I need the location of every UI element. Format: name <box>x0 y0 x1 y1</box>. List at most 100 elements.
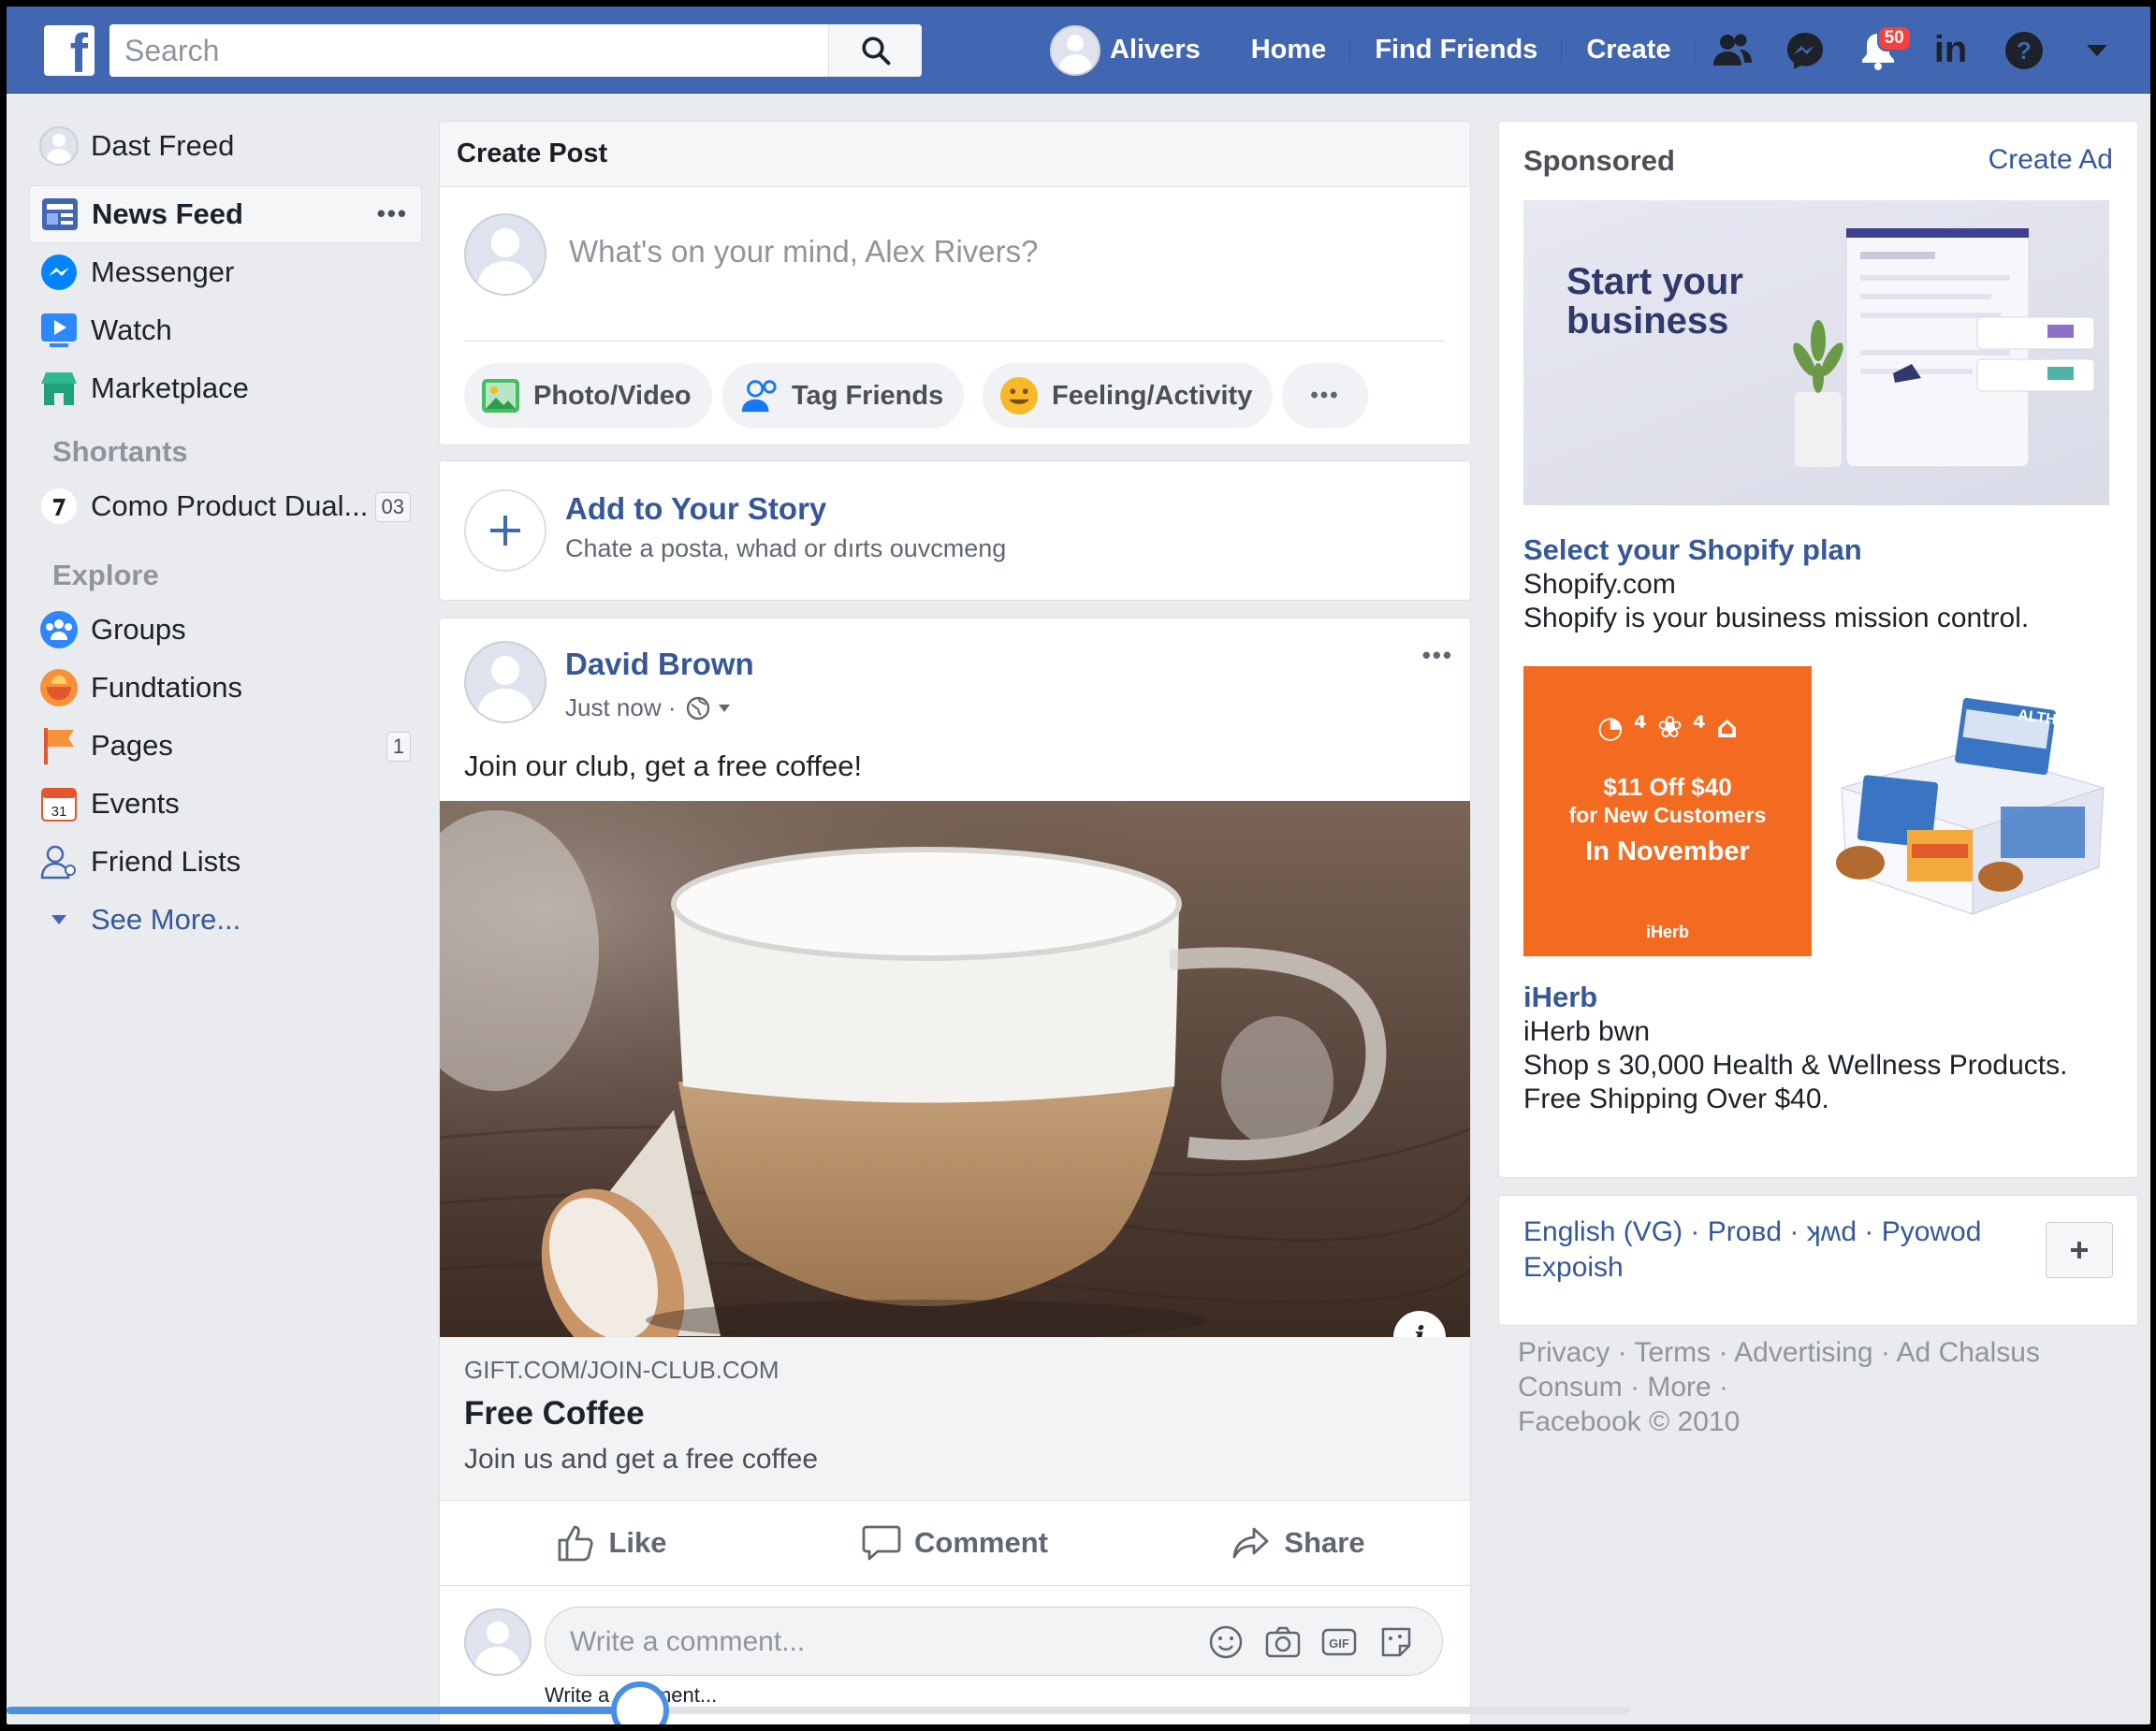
iherb-product-image[interactable]: ALTHG CLIFFENS <box>1823 666 2137 956</box>
notifications-button[interactable]: 50 <box>1842 7 1915 94</box>
notification-badge: 50 <box>1876 25 1912 51</box>
smiley-icon <box>999 376 1039 415</box>
pages-flag-icon <box>38 725 80 766</box>
globe-icon[interactable] <box>686 696 710 720</box>
sidebar-item-pages[interactable]: Pages 1 <box>29 717 422 775</box>
avatar[interactable] <box>464 641 546 723</box>
see-more-link[interactable]: See More... <box>29 891 422 949</box>
nav-home-link[interactable]: Home <box>1227 7 1351 94</box>
profile-name: Alivers <box>1110 35 1201 65</box>
iherb-offer-line3: In November <box>1585 836 1750 866</box>
linkedin-icon: in <box>1933 29 1968 70</box>
avatar <box>39 126 79 166</box>
iherb-ad-banner[interactable]: ◔ ⁴ ❀ ⁴ ⌂ $11 Off $40 for New Customers … <box>1523 666 1812 956</box>
footer-copyright: Facebook © 2010 <box>1518 1406 1741 1437</box>
feeling-activity-button[interactable]: Feeling/Activity <box>983 363 1274 429</box>
iherb-ad-domain: iHerb bwn <box>1523 1016 1651 1047</box>
sidebar-item-messenger[interactable]: Messenger <box>29 243 422 301</box>
sidebar-item-marketplace[interactable]: Marketplace <box>29 359 422 417</box>
language-links[interactable]: English (VG) · Proвd · ʞʍd · Pyowod <box>1523 1216 1981 1248</box>
sidebar-item-watch[interactable]: Watch <box>29 301 422 359</box>
more-actions-button[interactable]: ••• <box>1282 363 1368 429</box>
nav-create-link[interactable]: Create <box>1562 7 1696 94</box>
sidebar-item-fundraisers[interactable]: Fundtations <box>29 659 422 717</box>
sidebar-item-friend-lists[interactable]: Friend Lists <box>29 833 422 891</box>
camera-icon[interactable] <box>1264 1624 1302 1660</box>
nav-find-friends-link[interactable]: Find Friends <box>1350 7 1563 94</box>
friend-requests-button[interactable] <box>1696 7 1769 94</box>
comment-button[interactable]: Comment <box>783 1501 1127 1585</box>
create-ad-link[interactable]: Create Ad <box>1988 144 2113 176</box>
post-image[interactable]: i <box>440 801 1470 1337</box>
shopify-ad-image[interactable]: Start your business <box>1523 200 2109 505</box>
facebook-logo[interactable]: f <box>44 25 95 81</box>
sidebar-shortcut-item[interactable]: Como Product Dual... 03 <box>29 477 422 535</box>
news-feed-icon <box>39 194 80 235</box>
link-preview[interactable]: GIFT.COM/JOIN-CLUB.COM Free Coffee Join … <box>440 1337 1470 1500</box>
status-composer-input[interactable]: What's on your mind, Alex Rivers? <box>569 234 1039 269</box>
dashboard-illustration <box>1793 228 2095 468</box>
sidebar-item-label: Como Product Dual... <box>91 489 369 522</box>
share-button[interactable]: Share <box>1127 1501 1470 1585</box>
tag-friends-button[interactable]: Tag Friends <box>722 363 965 429</box>
footer-line-1[interactable]: Privacy · Terms · Advertising · Ad Chals… <box>1518 1335 2135 1370</box>
messenger-button[interactable] <box>1769 7 1842 94</box>
comment-box[interactable]: Write a comment... GIF <box>545 1607 1443 1676</box>
caret-down-icon <box>38 899 80 940</box>
language-link-extra[interactable]: Expoish <box>1523 1252 1624 1284</box>
link-domain: GIFT.COM/JOIN-CLUB.COM <box>464 1356 779 1384</box>
sidebar-item-groups[interactable]: Groups <box>29 601 422 659</box>
shopify-ad-headline: Start your business <box>1566 261 1743 342</box>
question-icon: ? <box>2004 31 2043 69</box>
snack-box-illustration: ALTHG CLIFFENS <box>1836 697 2137 915</box>
post-author[interactable]: David Brown <box>565 647 754 682</box>
feeling-activity-label: Feeling/Activity <box>1052 380 1253 411</box>
shopify-ad-title[interactable]: Select your Shopify plan <box>1523 533 1862 567</box>
iherb-ad-description: Shop s 30,000 Health & Wellness Products… <box>1523 1050 2068 1081</box>
gif-icon[interactable]: GIF <box>1320 1624 1358 1660</box>
watch-icon <box>38 310 80 351</box>
sticker-icon[interactable] <box>1378 1624 1414 1660</box>
linkedin-button[interactable]: in <box>1915 7 1988 94</box>
caret-down-icon <box>2086 44 2107 56</box>
sidebar-profile[interactable]: Dast Freed <box>29 114 422 178</box>
avatar <box>464 213 546 296</box>
add-language-button[interactable] <box>2046 1222 2113 1278</box>
more-options-icon[interactable]: ••• <box>377 199 408 228</box>
groups-icon <box>38 609 80 650</box>
messenger-icon <box>38 252 80 293</box>
iherb-ad-title[interactable]: iHerb <box>1523 981 1597 1014</box>
sidebar-item-label: Events <box>91 787 180 820</box>
left-sidebar: Dast Freed News Feed ••• Messenger Watch <box>29 114 422 949</box>
sidebar-item-label: Messenger <box>91 255 235 288</box>
friends-icon <box>1712 34 1752 65</box>
link-title: Free Coffee <box>464 1395 645 1432</box>
app-window: f Alivers Home Find Friends Create 5 <box>7 7 2150 1724</box>
add-story-card[interactable]: Add to Your Story Chate a posta, whad or… <box>439 460 1471 601</box>
emoji-icon[interactable] <box>1208 1624 1244 1660</box>
caret-down-icon[interactable] <box>718 704 731 713</box>
profile-link[interactable]: Alivers <box>1050 7 1227 94</box>
svg-text:31: 31 <box>51 804 67 820</box>
photo-video-button[interactable]: Photo/Video <box>464 363 712 429</box>
search-button[interactable] <box>828 24 922 77</box>
iherb-brand-label: iHerb <box>1645 923 1689 941</box>
account-menu-button[interactable] <box>2061 7 2134 94</box>
svg-text:GIF: GIF <box>1329 1636 1349 1651</box>
coffee-cup-illustration <box>440 801 1470 1337</box>
thumbs-up-icon <box>559 1525 594 1562</box>
sidebar-item-news-feed[interactable]: News Feed ••• <box>29 185 422 243</box>
search-input[interactable] <box>109 24 856 77</box>
friend-lists-icon <box>38 841 80 882</box>
footer-line-2[interactable]: Consum · More · <box>1518 1370 2135 1404</box>
divider <box>464 341 1446 342</box>
search-icon <box>861 36 890 65</box>
sidebar-item-events[interactable]: 31 Events <box>29 775 422 833</box>
help-button[interactable]: ? <box>1988 7 2061 94</box>
post-text: Join our club, get a free coffee! <box>464 749 863 782</box>
scroll-progress-fill <box>7 1707 640 1714</box>
like-button[interactable]: Like <box>440 1501 783 1585</box>
post-options-icon[interactable]: ••• <box>1422 641 1453 670</box>
plus-icon[interactable] <box>464 489 546 572</box>
comment-input[interactable]: Write a comment... <box>570 1626 805 1658</box>
